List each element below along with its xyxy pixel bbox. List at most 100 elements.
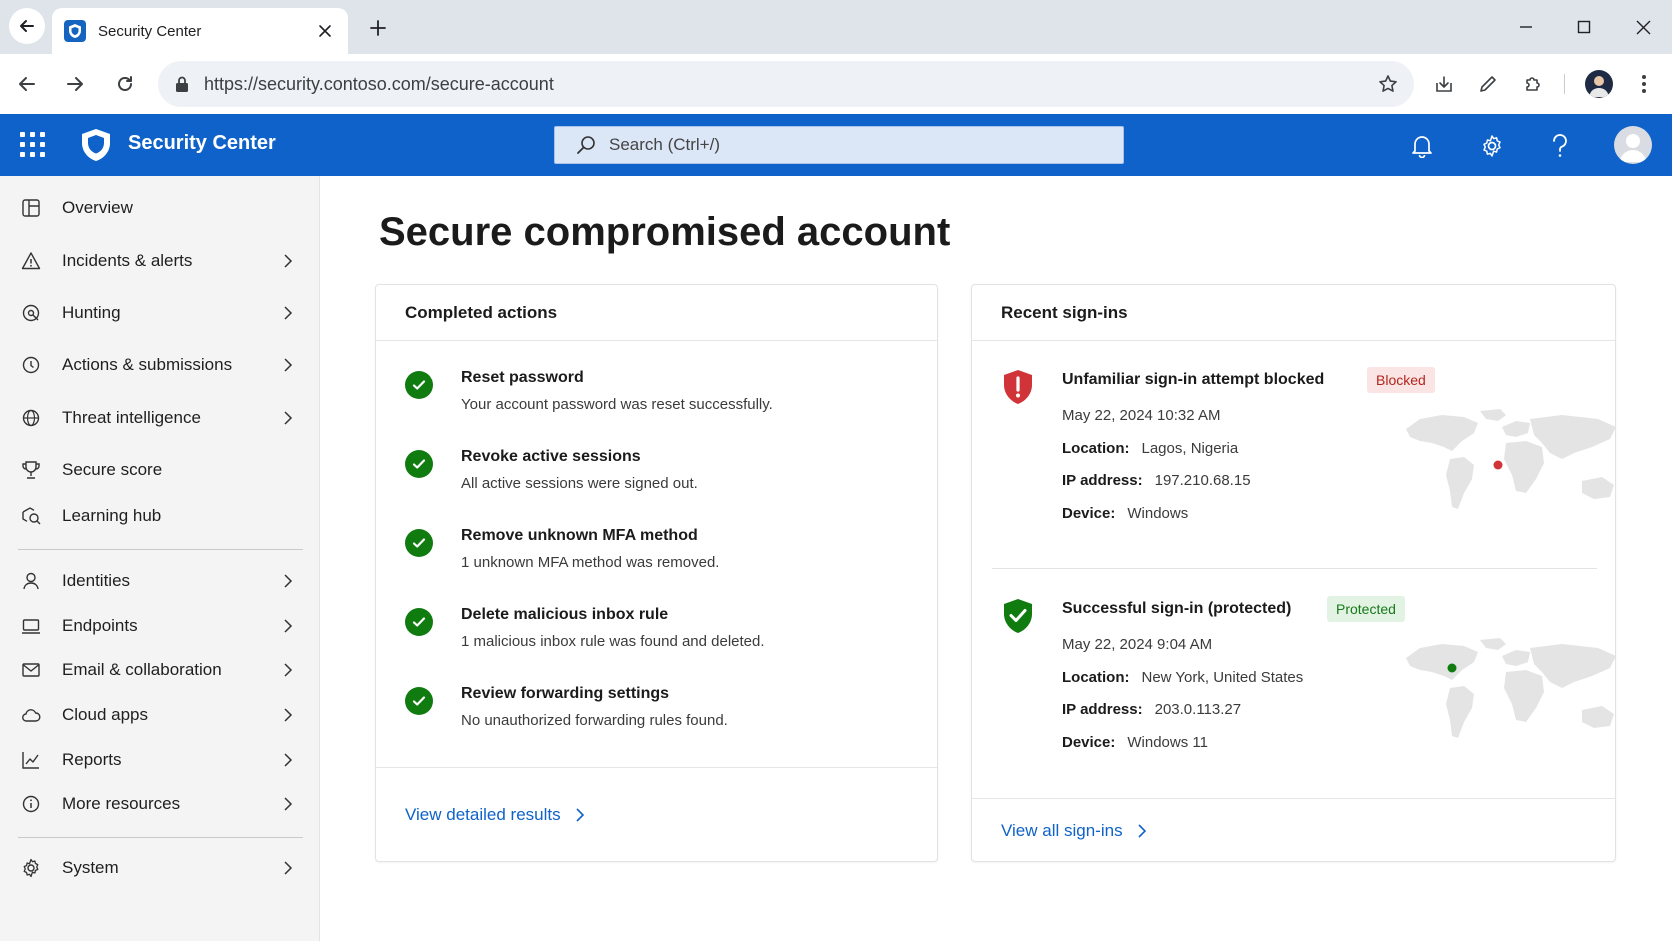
bookmark-button[interactable] <box>1372 68 1404 100</box>
signin-ip-row: IP address: 203.0.113.27 <box>1062 701 1242 718</box>
reload-button[interactable] <box>109 68 141 100</box>
app-title: Security Center <box>128 132 276 154</box>
sidebar-item-secure-score[interactable]: Secure score <box>0 450 320 490</box>
help-button[interactable] <box>1544 130 1576 162</box>
warning-icon <box>20 250 42 272</box>
global-search-input[interactable]: Search (Ctrl+/) <box>554 126 1124 164</box>
world-map-image <box>1406 638 1616 738</box>
maximize-button[interactable] <box>1569 12 1599 42</box>
learning-icon <box>20 505 42 527</box>
app-header: Security Center Search (Ctrl+/) <box>0 114 1672 176</box>
mail-icon <box>20 659 42 681</box>
new-tab-button[interactable] <box>364 14 392 42</box>
check-circle-icon <box>405 371 433 399</box>
chevron-right-icon <box>280 860 296 876</box>
sidebar-item-overview[interactable]: Overview <box>0 188 320 228</box>
settings-button[interactable] <box>1476 130 1508 162</box>
action-item: Revoke active sessions All active sessio… <box>405 446 905 506</box>
browser-profile-avatar[interactable] <box>1585 70 1613 98</box>
completed-actions-card: Completed actions Reset password Your ac… <box>375 284 938 862</box>
chevron-right-icon <box>280 410 296 426</box>
shield-favicon-icon <box>64 20 86 42</box>
shield-logo-icon <box>82 129 110 161</box>
puzzle-icon <box>1526 77 1540 91</box>
extensions-button[interactable] <box>1517 68 1549 100</box>
maximize-icon <box>1577 20 1591 34</box>
search-placeholder: Search (Ctrl+/) <box>609 135 720 154</box>
card-title: Recent sign-ins <box>972 285 1615 341</box>
dashboard-icon <box>20 197 42 219</box>
minimize-button[interactable] <box>1511 12 1541 42</box>
action-title: Revoke active sessions <box>461 448 641 465</box>
sidebar-item-cloud-apps[interactable]: Cloud apps <box>0 695 320 735</box>
person-icon <box>20 570 42 592</box>
sidebar-item-identities[interactable]: Identities <box>0 561 320 601</box>
signin-ip-row: IP address: 197.210.68.15 <box>1062 472 1251 489</box>
lock-icon <box>176 76 188 92</box>
sidebar-item-threat-intelligence[interactable]: Threat intelligence <box>0 398 320 438</box>
check-circle-icon <box>405 529 433 557</box>
signin-location-marker <box>1447 663 1457 673</box>
sidebar-item-endpoints[interactable]: Endpoints <box>0 606 320 646</box>
url-text[interactable]: https://security.contoso.com/secure-acco… <box>204 74 1372 95</box>
sidebar-item-email-collaboration[interactable]: Email & collaboration <box>0 650 320 690</box>
signin-device-row: Device: Windows <box>1062 505 1189 522</box>
bell-icon <box>1412 136 1432 158</box>
forward-button[interactable] <box>59 68 91 100</box>
sidebar-item-hunting[interactable]: Hunting <box>0 293 320 333</box>
action-item: Delete malicious inbox rule 1 malicious … <box>405 604 905 664</box>
close-window-button[interactable] <box>1628 12 1658 42</box>
chevron-right-icon <box>1137 823 1147 838</box>
chevron-right-icon <box>280 305 296 321</box>
view-all-signins-link[interactable]: View all sign-ins <box>1001 821 1147 841</box>
edit-button[interactable] <box>1472 68 1504 100</box>
chevron-right-icon <box>280 618 296 634</box>
address-bar[interactable]: https://security.contoso.com/secure-acco… <box>158 61 1414 107</box>
signin-date: May 22, 2024 10:32 AM <box>1062 407 1221 424</box>
check-circle-icon <box>405 608 433 636</box>
close-icon <box>1636 20 1650 34</box>
chevron-right-icon <box>280 573 296 589</box>
reload-icon <box>118 76 132 91</box>
check-circle-icon <box>405 687 433 715</box>
sidebar-item-more-resources[interactable]: More resources <box>0 784 320 824</box>
trophy-icon <box>20 459 42 481</box>
action-description: All active sessions were signed out. <box>461 475 698 492</box>
back-button[interactable] <box>11 68 43 100</box>
notifications-button[interactable] <box>1406 130 1438 162</box>
search-icon <box>577 136 595 154</box>
user-avatar[interactable] <box>1614 126 1652 164</box>
minimize-icon <box>1520 26 1532 28</box>
shield-check-icon <box>1004 599 1032 633</box>
tab-back-button[interactable] <box>9 8 45 44</box>
tab-close-button[interactable] <box>314 20 336 42</box>
signin-item-protected: Successful sign-in (protected) Protected… <box>1002 596 1616 796</box>
sidebar-item-reports[interactable]: Reports <box>0 740 320 780</box>
world-map-image <box>1406 409 1616 509</box>
action-description: No unauthorized forwarding rules found. <box>461 712 728 729</box>
sidebar-item-learning-hub[interactable]: Learning hub <box>0 496 320 536</box>
chevron-right-icon <box>280 707 296 723</box>
browser-tab-active[interactable]: Security Center <box>52 8 348 54</box>
signin-location-row: Location: Lagos, Nigeria <box>1062 440 1239 457</box>
chevron-right-icon <box>280 253 296 269</box>
hunting-icon <box>20 302 42 324</box>
signin-item-blocked: Unfamiliar sign-in attempt blocked Block… <box>1002 367 1616 567</box>
view-detailed-results-link[interactable]: View detailed results <box>405 805 585 825</box>
signin-divider <box>992 568 1597 569</box>
info-icon <box>20 793 42 815</box>
chevron-right-icon <box>280 662 296 678</box>
sidebar-item-actions-submissions[interactable]: Actions & submissions <box>0 345 320 385</box>
app-launcher-icon[interactable] <box>20 132 46 158</box>
action-title: Remove unknown MFA method <box>461 527 698 544</box>
action-title: Reset password <box>461 369 584 386</box>
browser-menu-button[interactable] <box>1628 68 1660 100</box>
page-title: Secure compromised account <box>379 210 951 254</box>
status-badge: Protected <box>1327 596 1405 622</box>
action-item: Review forwarding settings No unauthoriz… <box>405 683 905 743</box>
plus-icon <box>370 20 386 36</box>
browser-tabstrip: Security Center <box>0 0 1672 54</box>
sidebar-item-system[interactable]: System <box>0 848 320 888</box>
sidebar-item-incidents-alerts[interactable]: Incidents & alerts <box>0 241 320 281</box>
downloads-button[interactable] <box>1428 68 1460 100</box>
